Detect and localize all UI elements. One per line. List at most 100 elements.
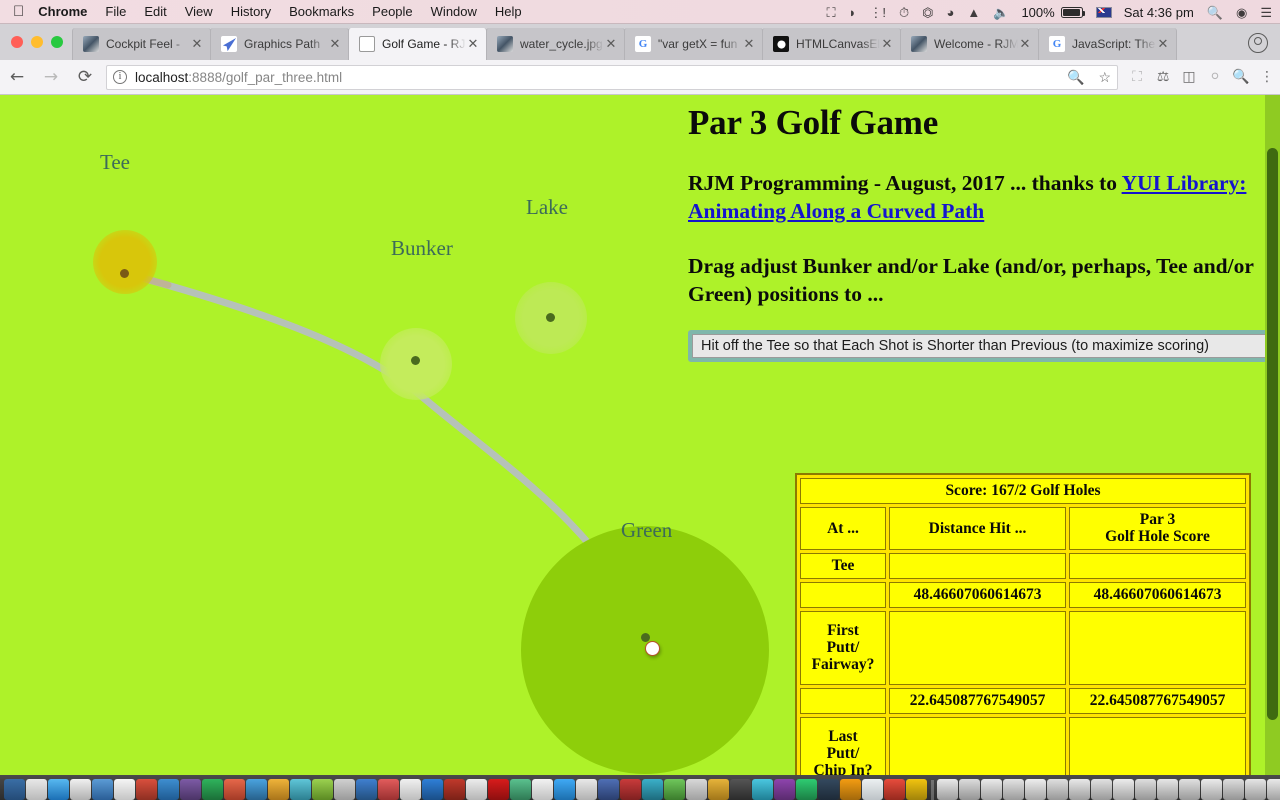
dock-window-thumb[interactable]: [959, 779, 980, 800]
dock-icon-app[interactable]: [290, 779, 311, 800]
tee-marker[interactable]: [120, 269, 129, 278]
dock-icon-app[interactable]: [268, 779, 289, 800]
reload-button[interactable]: ⟳: [68, 68, 102, 86]
dock-icon-app[interactable]: [224, 779, 245, 800]
menu-item-view[interactable]: View: [185, 4, 213, 19]
extension-icon[interactable]: ⛶: [1124, 69, 1150, 85]
notification-center-icon[interactable]: ☰: [1260, 6, 1272, 19]
dock-window-thumb[interactable]: [1201, 779, 1222, 800]
dock-icon-terminal[interactable]: [730, 779, 751, 800]
page-scrollbar-thumb[interactable]: [1267, 148, 1278, 720]
close-window-button[interactable]: [11, 36, 23, 48]
dock-icon-app[interactable]: [114, 779, 135, 800]
dock-icon-app[interactable]: [708, 779, 729, 800]
dock-icon-app[interactable]: [70, 779, 91, 800]
dock-window-thumb[interactable]: [1179, 779, 1200, 800]
dock-window-thumb[interactable]: [1069, 779, 1090, 800]
dock-icon-app[interactable]: [246, 779, 267, 800]
dock-window-thumb[interactable]: [1267, 779, 1280, 800]
site-info-icon[interactable]: i: [113, 70, 127, 84]
back-button[interactable]: ←: [0, 68, 34, 86]
three-dot-menu-icon[interactable]: ⋮: [1254, 69, 1280, 85]
dock-icon-app[interactable]: [510, 779, 531, 800]
dock-icon-app[interactable]: [312, 779, 333, 800]
dock-icon-app[interactable]: [752, 779, 773, 800]
dock-icon-safari[interactable]: [48, 779, 69, 800]
golf-ball[interactable]: [645, 641, 660, 656]
apple-menu-icon[interactable]: : [13, 4, 24, 19]
battery-icon[interactable]: [1060, 6, 1086, 18]
zoom-in-icon[interactable]: 🔍: [1067, 69, 1084, 86]
close-tab-icon[interactable]: ✕: [604, 38, 618, 51]
close-tab-icon[interactable]: ✕: [742, 38, 756, 51]
forward-button[interactable]: →: [34, 68, 68, 86]
wifi-icon[interactable]: ◕: [947, 6, 955, 19]
dock-window-thumb[interactable]: [1113, 779, 1134, 800]
dock-icon-app[interactable]: [686, 779, 707, 800]
search-icon[interactable]: 🔍: [1228, 69, 1254, 85]
dock-icon-app[interactable]: [202, 779, 223, 800]
menu-bar-clock[interactable]: Sat 4:36 pm: [1124, 5, 1194, 20]
avatar[interactable]: [1248, 33, 1268, 53]
dock-icon-app[interactable]: [532, 779, 553, 800]
bunker-marker[interactable]: [411, 356, 420, 365]
page-scrollbar[interactable]: [1265, 95, 1280, 775]
close-tab-icon[interactable]: ✕: [1018, 38, 1032, 51]
dock-window-thumb[interactable]: [937, 779, 958, 800]
menu-item-file[interactable]: File: [105, 4, 126, 19]
dock-icon-app[interactable]: [356, 779, 377, 800]
dock-icon-app[interactable]: [906, 779, 927, 800]
dock-icon-finder[interactable]: [4, 779, 25, 800]
dock-icon-app[interactable]: [136, 779, 157, 800]
dock-icon-app[interactable]: [796, 779, 817, 800]
dock-window-thumb[interactable]: [1245, 779, 1266, 800]
dock-icon-app[interactable]: [334, 779, 355, 800]
dock-icon-app[interactable]: [554, 779, 575, 800]
dock-window-thumb[interactable]: [1025, 779, 1046, 800]
menu-item-chrome[interactable]: Chrome: [38, 4, 87, 19]
menu-item-people[interactable]: People: [372, 4, 412, 19]
menu-item-window[interactable]: Window: [431, 4, 477, 19]
dock-icon-app[interactable]: [158, 779, 179, 800]
address-bar[interactable]: i localhost :8888/golf_par_three.html 🔍 …: [106, 64, 1118, 90]
dock-window-thumb[interactable]: [1223, 779, 1244, 800]
siri-icon[interactable]: ◉: [1236, 6, 1247, 19]
dock-icon-app[interactable]: [378, 779, 399, 800]
bluetooth-icon[interactable]: ⏣: [922, 6, 933, 19]
ruler-extension-icon[interactable]: ⚖: [1150, 69, 1176, 85]
dock-icon-app[interactable]: [620, 779, 641, 800]
minimize-window-button[interactable]: [31, 36, 43, 48]
star-icon[interactable]: ☆: [1098, 69, 1111, 86]
dock-icon-app[interactable]: [664, 779, 685, 800]
course-feature-tee[interactable]: [93, 230, 157, 294]
zoom-window-button[interactable]: [51, 36, 63, 48]
pill-extension-icon[interactable]: ⚪: [1202, 69, 1228, 85]
dock-window-thumb[interactable]: [1047, 779, 1068, 800]
dock-window-thumb[interactable]: [1003, 779, 1024, 800]
airplay-icon[interactable]: ▲: [967, 6, 980, 19]
lake-marker[interactable]: [546, 313, 555, 322]
dock[interactable]: [0, 775, 1280, 800]
browser-tab-0[interactable]: Cockpit Feel - ✕: [72, 28, 211, 60]
dock-icon-app[interactable]: [774, 779, 795, 800]
close-tab-icon[interactable]: ✕: [466, 38, 480, 51]
equalizer-icon[interactable]: ⋮!: [869, 6, 886, 19]
dock-window-thumb[interactable]: [1135, 779, 1156, 800]
browser-tab-5[interactable]: HTMLCanvasEl ✕: [762, 28, 901, 60]
dock-icon-app[interactable]: [884, 779, 905, 800]
golf-course-canvas[interactable]: Tee Bunker Lake Green: [0, 95, 785, 775]
dock-icon-app[interactable]: [642, 779, 663, 800]
dock-icon-app[interactable]: [598, 779, 619, 800]
shot-prompt-input[interactable]: [692, 333, 1270, 358]
close-tab-icon[interactable]: ✕: [328, 38, 342, 51]
screen-sharing-icon[interactable]: ⛶: [826, 6, 835, 19]
menu-item-edit[interactable]: Edit: [144, 4, 166, 19]
dock-icon-app[interactable]: [840, 779, 861, 800]
flag-icon[interactable]: [1095, 6, 1112, 18]
cube-extension-icon[interactable]: ◫: [1176, 69, 1202, 85]
dock-icon-filezilla[interactable]: [488, 779, 509, 800]
browser-tab-1[interactable]: Graphics Path ✕: [210, 28, 349, 60]
dock-icon-app[interactable]: [862, 779, 883, 800]
dock-window-thumb[interactable]: [981, 779, 1002, 800]
dock-icon-app[interactable]: [818, 779, 839, 800]
